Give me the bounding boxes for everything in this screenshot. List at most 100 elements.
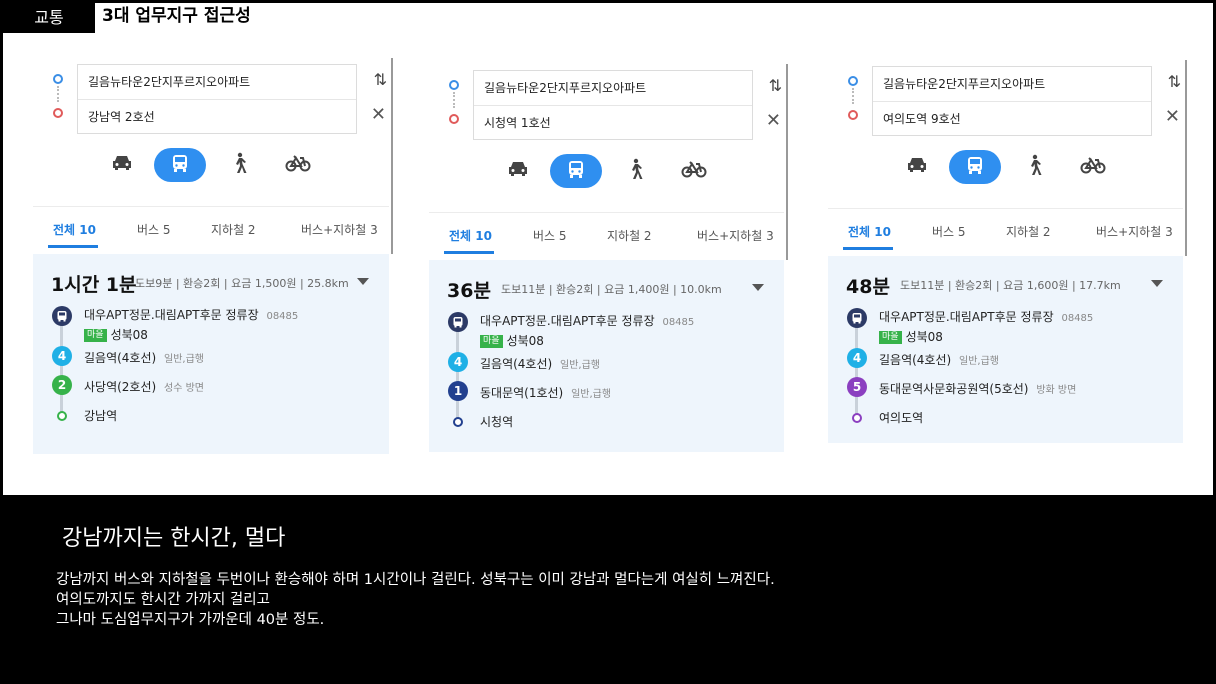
station-direction: 일반,급행 <box>959 356 1000 367</box>
transport-modes <box>503 154 723 188</box>
bottom-heading: 강남까지는 한시간, 멀다 <box>62 526 286 551</box>
car-icon <box>111 154 133 176</box>
origin-input[interactable]: 길음뉴타운2단지푸르지오아파트 <box>78 65 356 99</box>
walk-icon <box>230 152 248 178</box>
destination-end-icon <box>852 413 862 423</box>
route-result[interactable]: 36분 도보11분 | 환승2회 | 요금 1,400원 | 10.0km 대우… <box>429 260 784 452</box>
station-direction: 방화 방면 <box>1036 385 1077 396</box>
route-inputs: 길음뉴타운2단지푸르지오아파트 강남역 2호선 <box>77 64 357 134</box>
tab-3[interactable]: 버스+지하철 3 <box>697 227 774 244</box>
bus-mode-button[interactable] <box>949 150 1001 184</box>
route-result[interactable]: 48분 도보11분 | 환승2회 | 요금 1,600원 | 17.7km 대우… <box>828 256 1183 443</box>
tab-3[interactable]: 버스+지하철 3 <box>301 221 378 238</box>
car-mode-button[interactable] <box>96 148 148 182</box>
swap-icon[interactable]: ⇅ <box>769 76 782 95</box>
subway-line-badge: 4 <box>448 352 468 372</box>
close-icon[interactable]: ✕ <box>371 104 386 125</box>
scrollbar[interactable] <box>786 64 788 260</box>
walk-mode-button[interactable] <box>609 154 661 188</box>
scrollbar[interactable] <box>391 58 393 254</box>
tab-0[interactable]: 전체 10 <box>53 221 96 238</box>
route-line <box>60 316 63 416</box>
destination-input[interactable]: 강남역 2호선 <box>78 99 356 133</box>
destination-end-icon <box>453 417 463 427</box>
route-panel: 길음뉴타운2단지푸르지오아파트 강남역 2호선 ⇅ ✕ 전체 10 버스 5 지하철… <box>33 58 393 454</box>
destination-input[interactable]: 시청역 1호선 <box>474 105 752 139</box>
origin-input[interactable]: 길음뉴타운2단지푸르지오아파트 <box>474 71 752 105</box>
route-dotline <box>57 86 59 102</box>
route-panel: 길음뉴타운2단지푸르지오아파트 여의도역 9호선 ⇅ ✕ 전체 10 버스 5 지하… <box>828 60 1187 443</box>
station-name: 동대문역사문화공원역(5호선) <box>879 382 1029 396</box>
tab-1[interactable]: 버스 5 <box>533 227 567 244</box>
close-icon[interactable]: ✕ <box>766 110 781 131</box>
tab-0[interactable]: 전체 10 <box>848 223 891 240</box>
result-tabs: 전체 10 버스 5 지하철 2 버스+지하철 3 <box>828 208 1183 252</box>
result-tabs: 전체 10 버스 5 지하철 2 버스+지하철 3 <box>33 206 389 250</box>
walk-icon <box>626 158 644 184</box>
scrollbar[interactable] <box>1185 60 1187 256</box>
bottom-body: 강남까지 버스와 지하철을 두번이나 환승해야 하며 1시간이나 걸린다. 성북… <box>56 570 775 630</box>
bus-type-badge: 마을 <box>480 335 503 348</box>
origin-dot-icon <box>848 76 858 86</box>
walk-mode-button[interactable] <box>213 148 265 182</box>
close-icon[interactable]: ✕ <box>1165 106 1180 127</box>
destination-input[interactable]: 여의도역 9호선 <box>873 101 1151 135</box>
walk-icon <box>1025 154 1043 180</box>
expand-caret-icon[interactable] <box>1151 280 1163 287</box>
bus-route-number: 성북08 <box>506 334 544 348</box>
subway-line-badge: 1 <box>448 381 468 401</box>
tab-0[interactable]: 전체 10 <box>449 227 492 244</box>
tab-1[interactable]: 버스 5 <box>137 221 171 238</box>
route-meta: 도보11분 | 환승2회 | 요금 1,600원 | 17.7km <box>900 279 1121 292</box>
tab-1[interactable]: 버스 5 <box>932 223 966 240</box>
body-line: 그나마 도심업무지구가 가까운데 40분 정도. <box>56 612 325 628</box>
origin-dot-icon <box>449 80 459 90</box>
tab-2[interactable]: 지하철 2 <box>607 227 652 244</box>
active-tab-underline <box>843 247 893 250</box>
tab-2[interactable]: 지하철 2 <box>1006 223 1051 240</box>
destination-station: 시청역 <box>480 415 514 429</box>
transfer-station: 동대문역(1호선) 일반,급행 <box>480 384 611 401</box>
bus-route: 마을 성북08 <box>84 326 148 343</box>
destination-dot-icon <box>449 114 459 124</box>
transfer-station: 동대문역사문화공원역(5호선) 방화 방면 <box>879 380 1076 397</box>
origin-input[interactable]: 길음뉴타운2단지푸르지오아파트 <box>873 67 1151 101</box>
route-line <box>456 322 459 422</box>
station-name: 길음역(4호선) <box>84 351 157 365</box>
subway-line-badge: 4 <box>847 348 867 368</box>
expand-caret-icon[interactable] <box>752 284 764 291</box>
bus-mode-button[interactable] <box>550 154 602 188</box>
tab-2[interactable]: 지하철 2 <box>211 221 256 238</box>
subway-line-badge: 4 <box>52 346 72 366</box>
bus-icon <box>566 159 586 183</box>
transfer-station: 사당역(2호선) 성수 방면 <box>84 378 204 395</box>
swap-icon[interactable]: ⇅ <box>374 70 387 89</box>
station-name: 동대문역(1호선) <box>480 386 564 400</box>
bike-icon <box>1080 156 1106 178</box>
bus-stop-id: 08485 <box>662 317 695 328</box>
body-line: 강남까지 버스와 지하철을 두번이나 환승해야 하며 1시간이나 걸린다. 성북… <box>56 572 775 588</box>
bus-mode-button[interactable] <box>154 148 206 182</box>
result-tabs: 전체 10 버스 5 지하철 2 버스+지하철 3 <box>429 212 784 256</box>
destination-dot-icon <box>53 108 63 118</box>
bike-icon <box>285 154 311 176</box>
destination-dot-icon <box>848 110 858 120</box>
slide-title: 3대 업무지구 접근성 <box>102 6 251 26</box>
route-meta: 도보11분 | 환승2회 | 요금 1,400원 | 10.0km <box>501 283 722 296</box>
bus-route: 마을 성북08 <box>480 332 544 349</box>
bike-mode-button[interactable] <box>668 154 720 188</box>
bus-icon <box>965 155 985 179</box>
tab-3[interactable]: 버스+지하철 3 <box>1096 223 1173 240</box>
station-direction: 성수 방면 <box>164 383 205 394</box>
car-mode-button[interactable] <box>891 150 943 184</box>
swap-icon[interactable]: ⇅ <box>1168 72 1181 91</box>
route-result[interactable]: 1시간 1분 도보9분 | 환승2회 | 요금 1,500원 | 25.8km … <box>33 254 389 454</box>
bike-mode-button[interactable] <box>272 148 324 182</box>
expand-caret-icon[interactable] <box>357 278 369 285</box>
walk-mode-button[interactable] <box>1008 150 1060 184</box>
travel-time: 36분 <box>447 280 491 302</box>
car-mode-button[interactable] <box>492 154 544 188</box>
bike-icon <box>681 160 707 182</box>
bike-mode-button[interactable] <box>1067 150 1119 184</box>
destination-end-icon <box>57 411 67 421</box>
